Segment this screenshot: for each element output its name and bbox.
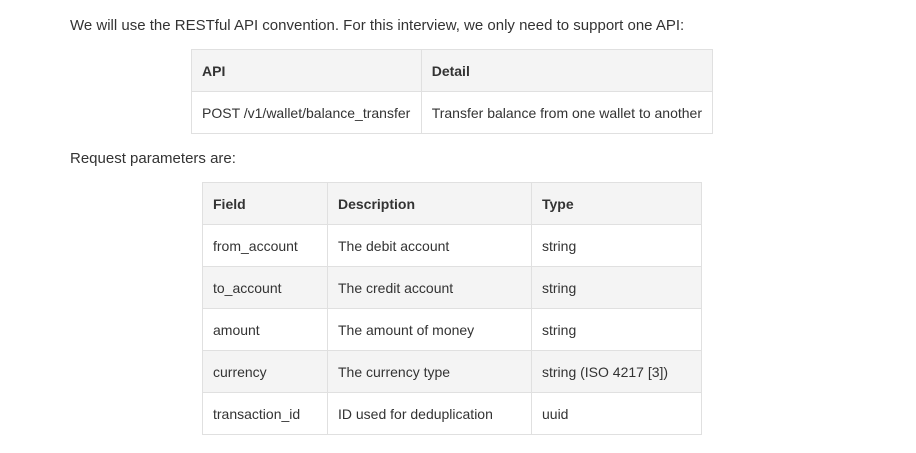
- detail-column-header: Detail: [420, 49, 714, 92]
- api-detail-cell: Transfer balance from one wallet to anot…: [420, 91, 714, 134]
- table-row: amount The amount of money string: [202, 308, 702, 351]
- field-cell: to_account: [202, 266, 328, 309]
- intro-paragraph: We will use the RESTful API convention. …: [70, 17, 685, 34]
- request-params-paragraph: Request parameters are:: [70, 150, 236, 167]
- api-column-header: API: [191, 49, 422, 92]
- type-cell: string: [531, 224, 702, 267]
- field-cell: amount: [202, 308, 328, 351]
- field-cell: from_account: [202, 224, 328, 267]
- description-cell: The credit account: [327, 266, 532, 309]
- api-table: API Detail POST /v1/wallet/balance_trans…: [191, 49, 714, 134]
- description-cell: The debit account: [327, 224, 532, 267]
- field-column-header: Field: [202, 182, 328, 225]
- type-column-header: Type: [531, 182, 702, 225]
- api-table-header-row: API Detail: [191, 49, 714, 92]
- table-row: currency The currency type string (ISO 4…: [202, 350, 702, 393]
- api-endpoint-cell: POST /v1/wallet/balance_transfer: [191, 91, 422, 134]
- description-column-header: Description: [327, 182, 532, 225]
- field-cell: transaction_id: [202, 392, 328, 435]
- params-table-header-row: Field Description Type: [202, 182, 702, 225]
- description-cell: The amount of money: [327, 308, 532, 351]
- table-row: POST /v1/wallet/balance_transfer Transfe…: [191, 91, 714, 134]
- table-row: from_account The debit account string: [202, 224, 702, 267]
- table-row: to_account The credit account string: [202, 266, 702, 309]
- type-cell: string (ISO 4217 [3]): [531, 350, 702, 393]
- field-cell: currency: [202, 350, 328, 393]
- table-row: transaction_id ID used for deduplication…: [202, 392, 702, 435]
- type-cell: string: [531, 266, 702, 309]
- description-cell: ID used for deduplication: [327, 392, 532, 435]
- type-cell: uuid: [531, 392, 702, 435]
- request-params-table: Field Description Type from_account The …: [202, 182, 702, 435]
- description-cell: The currency type: [327, 350, 532, 393]
- type-cell: string: [531, 308, 702, 351]
